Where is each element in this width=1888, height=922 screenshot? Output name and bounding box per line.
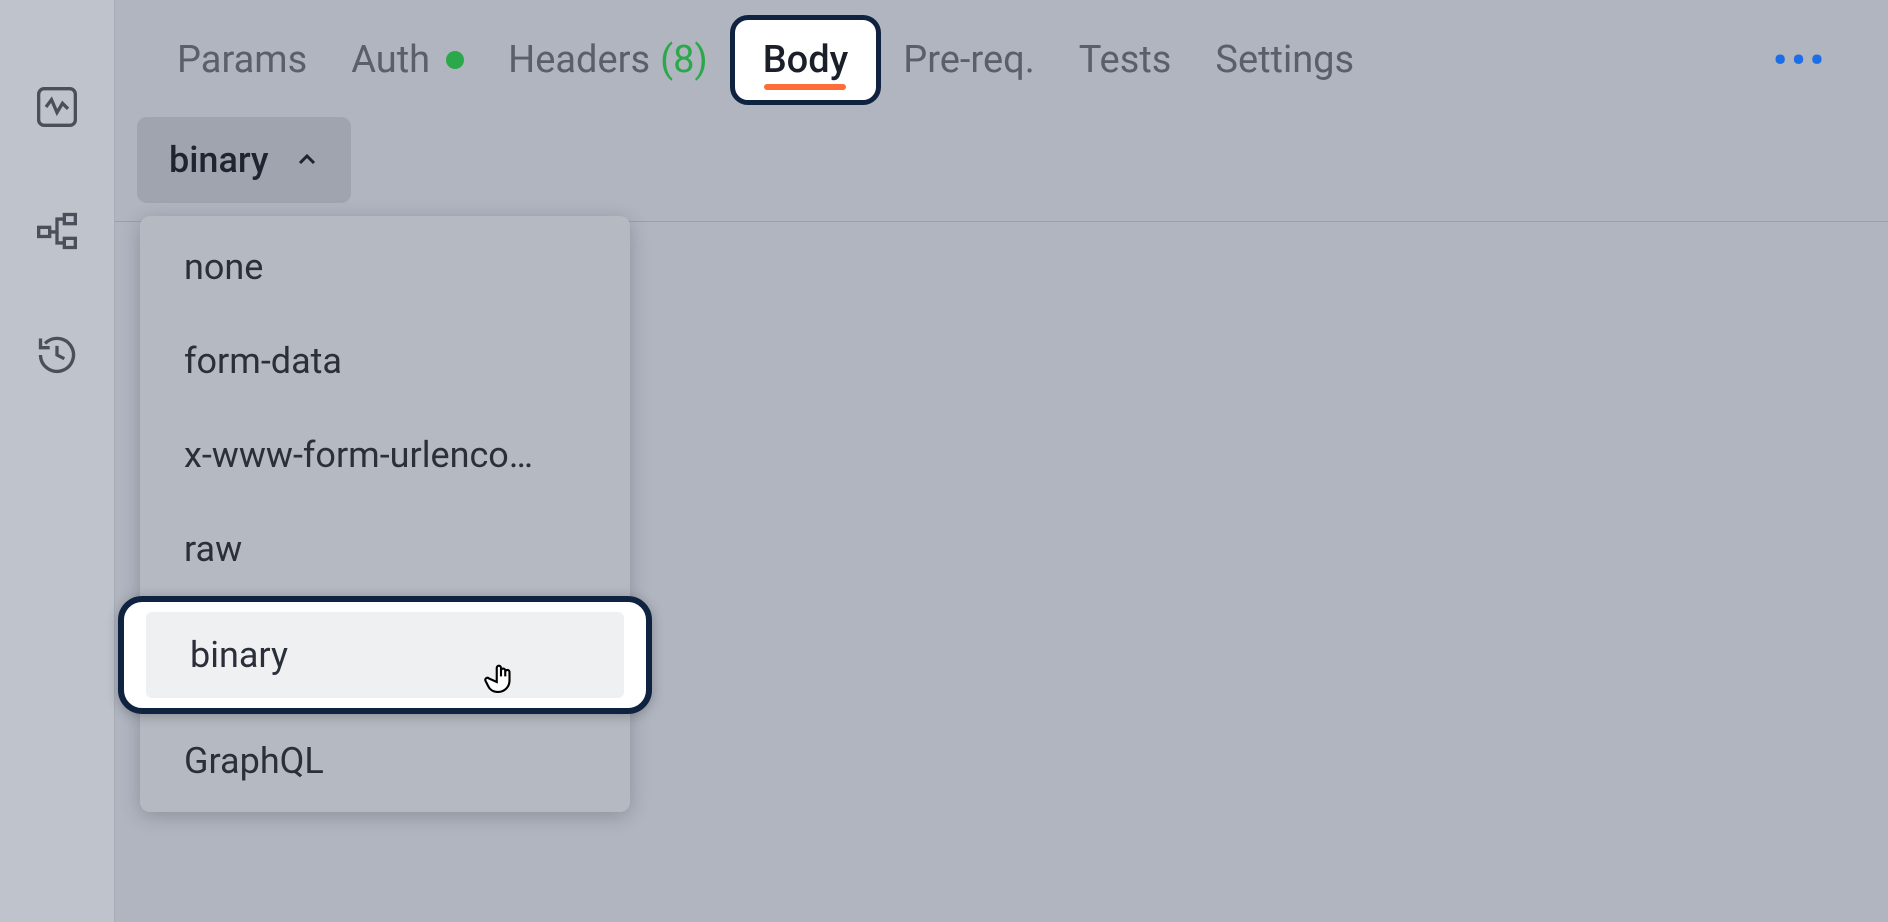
hand-cursor-icon [484, 662, 518, 702]
tab-auth[interactable]: Auth [329, 20, 486, 100]
request-tabs: Params Auth Headers (8) Body Pre-req. Te… [115, 0, 1888, 105]
tab-params[interactable]: Params [155, 20, 329, 100]
dropdown-item-graphql[interactable]: GraphQL [140, 714, 630, 808]
chevron-up-icon [295, 148, 319, 172]
dropdown-item-none[interactable]: none [140, 220, 630, 314]
dropdown-item-form-data[interactable]: form-data [140, 314, 630, 408]
body-type-row: binary [115, 105, 1888, 221]
flow-icon[interactable] [35, 209, 79, 253]
tab-settings[interactable]: Settings [1193, 20, 1376, 100]
left-sidebar [0, 0, 115, 922]
body-type-selector[interactable]: binary [137, 117, 351, 203]
dropdown-item-urlencoded[interactable]: x-www-form-urlenco… [140, 408, 630, 502]
history-icon[interactable] [35, 333, 79, 377]
body-type-selected: binary [169, 139, 269, 181]
tab-headers-label: Headers [508, 38, 650, 82]
tab-body[interactable]: Body [730, 15, 882, 105]
headers-count: (8) [660, 38, 708, 82]
tab-auth-label: Auth [351, 38, 430, 82]
dropdown-item-binary[interactable]: binary [146, 612, 624, 698]
dropdown-item-raw[interactable]: raw [140, 502, 630, 596]
tab-prereq[interactable]: Pre-req. [881, 20, 1056, 100]
tab-headers[interactable]: Headers (8) [486, 20, 730, 100]
tab-tests[interactable]: Tests [1057, 20, 1194, 100]
body-type-dropdown: none form-data x-www-form-urlenco… raw b… [140, 216, 630, 812]
more-options-icon[interactable]: ••• [1773, 37, 1858, 84]
auth-status-dot-icon [446, 51, 464, 69]
activity-icon[interactable] [35, 85, 79, 129]
dropdown-item-binary-highlight: binary [118, 596, 652, 714]
